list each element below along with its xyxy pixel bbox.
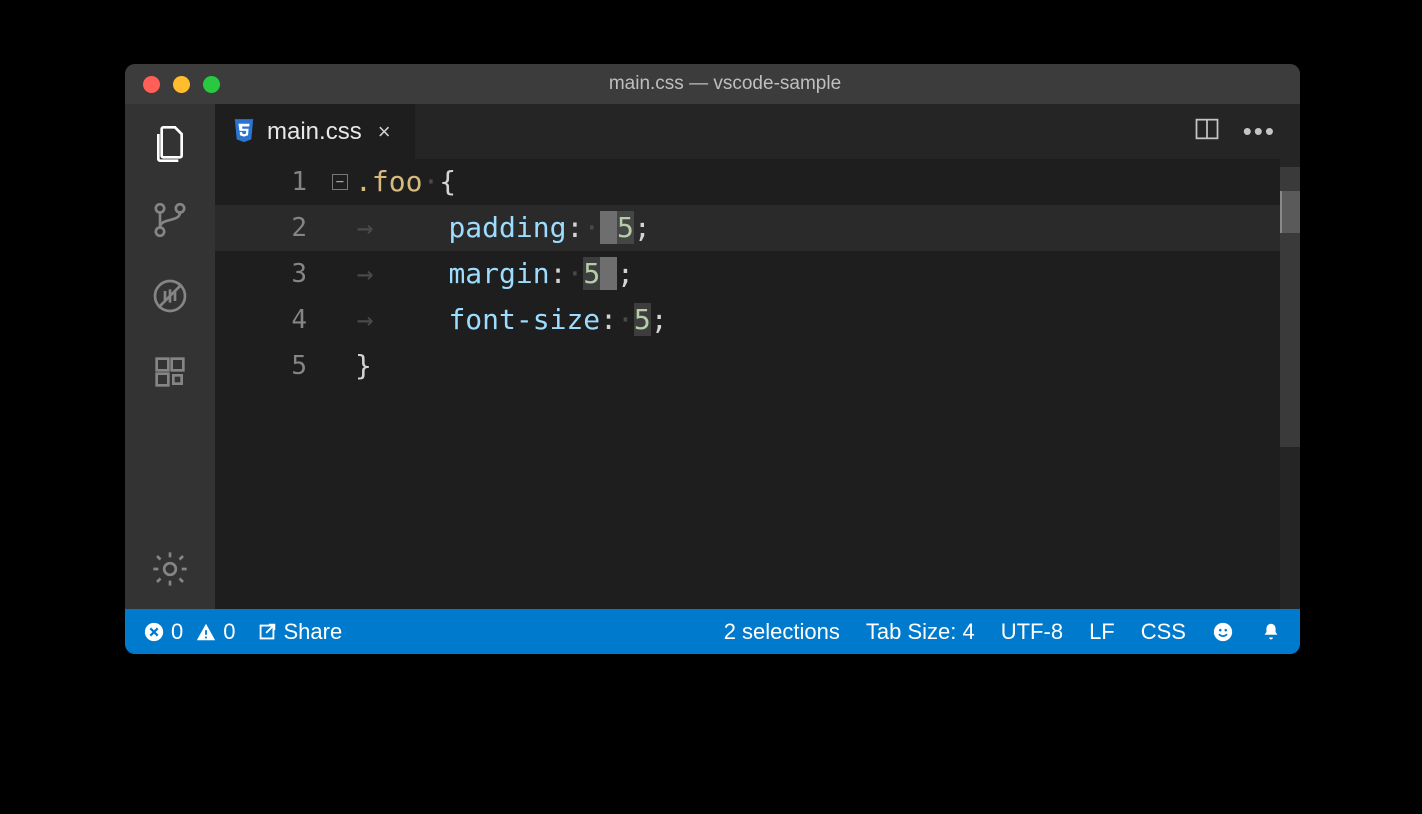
vscode-window: main.css — vscode-sample bbox=[125, 64, 1300, 654]
status-language[interactable]: CSS bbox=[1141, 619, 1186, 645]
traffic-lights bbox=[143, 76, 220, 93]
split-icon bbox=[1193, 115, 1221, 143]
no-bug-icon bbox=[150, 276, 190, 316]
css-file-icon bbox=[233, 119, 255, 145]
css-property: padding bbox=[448, 211, 566, 244]
editor-actions: ••• bbox=[1193, 115, 1300, 148]
code-line: 1 − .foo·{ bbox=[215, 159, 1300, 205]
branch-icon bbox=[150, 200, 190, 240]
workbench-body: main.css × ••• 1 − .foo·{ 2 bbox=[125, 104, 1300, 609]
css-value: 5 bbox=[634, 303, 651, 336]
gear-icon bbox=[150, 549, 190, 589]
split-editor-button[interactable] bbox=[1193, 115, 1221, 148]
tab-main-css[interactable]: main.css × bbox=[215, 104, 415, 159]
editor-group: main.css × ••• 1 − .foo·{ 2 bbox=[215, 104, 1300, 609]
explorer-tab[interactable] bbox=[148, 122, 192, 166]
tab-filename: main.css bbox=[267, 118, 362, 146]
css-value: 5 bbox=[583, 257, 600, 290]
status-tab-size[interactable]: Tab Size: 4 bbox=[866, 619, 975, 645]
extensions-icon bbox=[150, 352, 190, 392]
css-value: 5 bbox=[617, 211, 634, 244]
line-number: 2 bbox=[215, 205, 325, 251]
css-selector: .foo bbox=[355, 165, 422, 198]
debug-tab[interactable] bbox=[148, 274, 192, 318]
css-property: margin bbox=[448, 257, 549, 290]
warning-count: 0 bbox=[223, 619, 235, 645]
status-eol[interactable]: LF bbox=[1089, 619, 1115, 645]
line-number: 1 bbox=[215, 159, 325, 205]
titlebar: main.css — vscode-sample bbox=[125, 64, 1300, 104]
settings-tab[interactable] bbox=[148, 547, 192, 591]
status-share-label: Share bbox=[284, 619, 343, 645]
window-title: main.css — vscode-sample bbox=[220, 73, 1300, 95]
code-line: 5 } bbox=[215, 343, 1300, 389]
status-selections[interactable]: 2 selections bbox=[724, 619, 840, 645]
status-problems[interactable]: 0 0 bbox=[143, 619, 236, 645]
css-property: font-size bbox=[448, 303, 600, 336]
status-encoding[interactable]: UTF-8 bbox=[1001, 619, 1063, 645]
warning-icon bbox=[195, 621, 217, 643]
tab-close-button[interactable]: × bbox=[374, 119, 395, 145]
status-notifications[interactable] bbox=[1260, 621, 1282, 643]
overview-marker bbox=[1280, 191, 1300, 233]
line-number: 5 bbox=[215, 343, 325, 389]
share-icon bbox=[256, 621, 278, 643]
close-window-button[interactable] bbox=[143, 76, 160, 93]
status-bar: 0 0 Share 2 selections Tab Size: 4 UTF-8… bbox=[125, 609, 1300, 654]
fold-toggle[interactable]: − bbox=[325, 174, 355, 190]
minimap[interactable] bbox=[1280, 159, 1300, 609]
code-line: 3 → margin:·5 ; bbox=[215, 251, 1300, 297]
minimize-window-button[interactable] bbox=[173, 76, 190, 93]
bell-icon bbox=[1260, 621, 1282, 643]
code-editor[interactable]: 1 − .foo·{ 2 → padding:· 5; 3 → margin:·… bbox=[215, 159, 1300, 609]
cursor bbox=[600, 257, 617, 290]
brace-close: } bbox=[355, 349, 372, 382]
error-icon bbox=[143, 621, 165, 643]
status-feedback[interactable] bbox=[1212, 621, 1234, 643]
smiley-icon bbox=[1212, 621, 1234, 643]
line-number: 4 bbox=[215, 297, 325, 343]
code-line: 2 → padding:· 5; bbox=[215, 205, 1300, 251]
status-share[interactable]: Share bbox=[256, 619, 343, 645]
error-count: 0 bbox=[171, 619, 183, 645]
extensions-tab[interactable] bbox=[148, 350, 192, 394]
code-line: 4 → font-size:·5; bbox=[215, 297, 1300, 343]
cursor bbox=[600, 211, 617, 244]
source-control-tab[interactable] bbox=[148, 198, 192, 242]
brace-open: { bbox=[439, 165, 456, 198]
more-actions-button[interactable]: ••• bbox=[1243, 116, 1276, 147]
zoom-window-button[interactable] bbox=[203, 76, 220, 93]
line-number: 3 bbox=[215, 251, 325, 297]
files-icon bbox=[150, 124, 190, 164]
activity-bar bbox=[125, 104, 215, 609]
tab-bar: main.css × ••• bbox=[215, 104, 1300, 159]
